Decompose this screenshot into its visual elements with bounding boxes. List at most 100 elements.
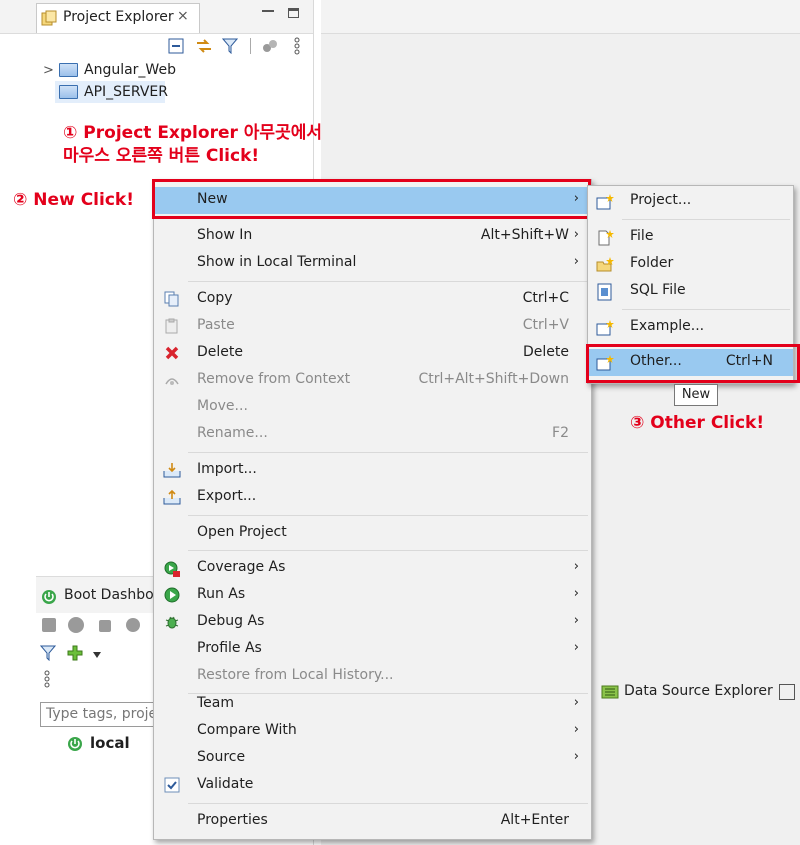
view-menu-icon[interactable] xyxy=(44,670,50,688)
debug-start-icon[interactable] xyxy=(68,617,84,633)
add-icon[interactable] xyxy=(67,645,83,661)
menu-item-label: Show In xyxy=(197,227,253,243)
boot-app-label: local xyxy=(90,734,130,752)
submenu-item-label: SQL File xyxy=(630,282,686,298)
menu-separator xyxy=(622,309,790,310)
boot-app-local[interactable]: local xyxy=(66,733,156,755)
menu-item-open-project[interactable]: Open Project xyxy=(154,520,591,547)
menu-item-team[interactable]: Team › xyxy=(154,691,591,718)
menu-item-compare-with[interactable]: Compare With › xyxy=(154,718,591,745)
submenu-item-sql-file[interactable]: SQL File xyxy=(588,278,793,305)
submenu-item-file[interactable]: File xyxy=(588,224,793,251)
tree-item-api-server[interactable]: API_SERVER xyxy=(55,81,168,103)
menu-item-label: Run As xyxy=(197,586,246,602)
annotation-step3: ③ Other Click! xyxy=(630,413,765,433)
remove-context-icon xyxy=(163,372,181,390)
menu-item-delete[interactable]: Delete Delete xyxy=(154,340,591,367)
menu-item-shortcut: Ctrl+V xyxy=(522,317,569,333)
menu-item-label: Delete xyxy=(197,344,243,360)
project-explorer-tab[interactable]: Project Explorer ⨯ xyxy=(36,3,200,33)
menu-item-label: Export... xyxy=(197,488,257,504)
menu-item-import[interactable]: Import... xyxy=(154,457,591,484)
expand-chevron-icon[interactable]: > xyxy=(43,63,54,78)
import-icon xyxy=(163,462,181,480)
open-browser-icon[interactable] xyxy=(126,618,140,632)
data-source-explorer-tab[interactable]: Data Source Explorer xyxy=(598,680,800,706)
filter-icon[interactable] xyxy=(221,38,239,55)
debug-icon xyxy=(163,614,181,632)
new-file-icon xyxy=(596,229,614,247)
menu-item-run-as[interactable]: Run As › xyxy=(154,582,591,609)
submenu-arrow-icon: › xyxy=(573,613,579,628)
tree-item-label: Angular_Web xyxy=(84,62,176,78)
view-menu-icon[interactable] xyxy=(294,37,300,55)
submenu-item-label: File xyxy=(630,228,654,244)
project-explorer-icon xyxy=(41,10,57,26)
project-explorer-tab-label: Project Explorer xyxy=(63,9,174,25)
submenu-arrow-icon: › xyxy=(573,586,579,601)
submenu-arrow-icon: › xyxy=(573,722,579,737)
menu-item-move[interactable]: Move... xyxy=(154,394,591,421)
menu-item-validate[interactable]: Validate xyxy=(154,772,591,799)
focus-on-active-task-icon[interactable] xyxy=(262,38,278,54)
snippets-icon[interactable] xyxy=(779,684,795,700)
submenu-item-label: Example... xyxy=(630,318,705,334)
context-menu: New › Show In Alt+Shift+W › Show in Loca… xyxy=(153,179,592,840)
submenu-arrow-icon: › xyxy=(573,640,579,655)
new-project-icon xyxy=(596,193,614,211)
minimize-icon[interactable] xyxy=(262,10,274,12)
menu-item-label: Paste xyxy=(197,317,235,333)
menu-item-coverage-as[interactable]: Coverage As › xyxy=(154,555,591,582)
menu-item-show-in[interactable]: Show In Alt+Shift+W › xyxy=(154,223,591,250)
checkbox-icon xyxy=(163,777,181,795)
close-icon[interactable]: ⨯ xyxy=(177,8,189,24)
menu-separator xyxy=(188,515,588,516)
new-example-icon xyxy=(596,319,614,337)
menu-item-shortcut: Ctrl+C xyxy=(522,290,569,306)
submenu-item-folder[interactable]: Folder xyxy=(588,251,793,278)
menu-item-label: Source xyxy=(197,749,246,765)
submenu-item-project[interactable]: Project... xyxy=(588,188,793,215)
menu-item-label: Validate xyxy=(197,776,254,792)
boot-dashboard-tab[interactable]: Boot Dashboa xyxy=(38,586,162,608)
menu-item-paste[interactable]: Paste Ctrl+V xyxy=(154,313,591,340)
copy-icon xyxy=(163,291,181,309)
submenu-item-label: Project... xyxy=(630,192,692,208)
menu-item-label: Copy xyxy=(197,290,233,306)
tree-item-angular-web[interactable]: > Angular_Web xyxy=(40,60,240,82)
data-source-explorer-label: Data Source Explorer xyxy=(624,683,773,699)
menu-item-profile-as[interactable]: Profile As › xyxy=(154,636,591,663)
annotation-highlight-new xyxy=(152,179,591,219)
delete-icon xyxy=(163,345,181,363)
menu-item-label: Move... xyxy=(197,398,248,414)
menu-item-label: Open Project xyxy=(197,524,287,540)
submenu-item-example[interactable]: Example... xyxy=(588,314,793,341)
menu-item-restore-from-local-history[interactable]: Restore from Local History... xyxy=(154,663,591,690)
stop-icon[interactable] xyxy=(99,620,111,632)
menu-item-source[interactable]: Source › xyxy=(154,745,591,772)
dropdown-arrow-icon[interactable] xyxy=(92,648,102,658)
annotation-step2: ② New Click! xyxy=(13,190,134,210)
menu-item-shortcut: Ctrl+Alt+Shift+Down xyxy=(418,371,569,387)
menu-item-rename[interactable]: Rename... F2 xyxy=(154,421,591,448)
menu-item-remove-from-context[interactable]: Remove from Context Ctrl+Alt+Shift+Down xyxy=(154,367,591,394)
menu-separator xyxy=(188,550,588,551)
collapse-all-icon[interactable] xyxy=(168,38,184,54)
menu-item-show-in-local-terminal[interactable]: Show in Local Terminal › xyxy=(154,250,591,277)
sql-file-icon xyxy=(596,283,614,301)
menu-item-copy[interactable]: Copy Ctrl+C xyxy=(154,286,591,313)
filter-icon[interactable] xyxy=(39,645,57,662)
menu-separator xyxy=(188,452,588,453)
submenu-arrow-icon: › xyxy=(573,749,579,764)
start-icon[interactable] xyxy=(42,618,56,632)
tag-filter-input[interactable]: Type tags, projec xyxy=(40,702,155,727)
toolbar-divider xyxy=(250,38,251,54)
link-with-editor-icon[interactable] xyxy=(195,38,211,54)
submenu-arrow-icon: › xyxy=(573,254,579,269)
menu-item-export[interactable]: Export... xyxy=(154,484,591,511)
maximize-icon[interactable] xyxy=(288,8,299,18)
menu-item-debug-as[interactable]: Debug As › xyxy=(154,609,591,636)
menu-item-shortcut: Alt+Shift+W xyxy=(480,227,569,243)
new-folder-icon xyxy=(596,256,614,274)
menu-item-properties[interactable]: Properties Alt+Enter xyxy=(154,808,591,835)
